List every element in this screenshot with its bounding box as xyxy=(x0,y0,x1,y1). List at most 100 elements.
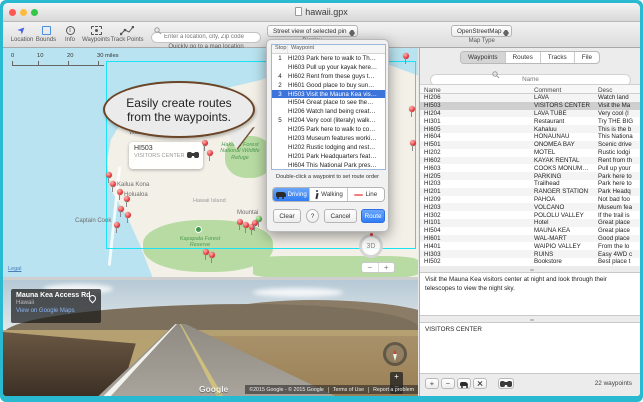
pin-icon[interactable] xyxy=(114,222,120,228)
pin-icon[interactable] xyxy=(207,150,213,156)
table-row[interactable]: HI603 COOKS MONUM… Pull up your xyxy=(420,164,640,172)
pin-icon[interactable] xyxy=(409,106,415,112)
route-list-header: Stop Waypoint xyxy=(272,45,385,54)
report-problem-link[interactable]: Report a problem xyxy=(369,387,418,393)
column-name[interactable]: Name xyxy=(424,87,441,94)
route-list-item[interactable]: HI504 Great place to see the… xyxy=(272,98,385,107)
clear-button[interactable]: Clear xyxy=(273,209,301,223)
walking-icon xyxy=(314,190,319,199)
pin-icon[interactable] xyxy=(117,189,123,195)
map-type-select[interactable]: OpenStreetMap xyxy=(451,25,512,37)
pin-icon[interactable] xyxy=(410,140,416,146)
location-search-input[interactable] xyxy=(151,32,261,43)
description-box[interactable]: Visit the Mauna Kea visitors center at n… xyxy=(420,272,640,316)
table-row[interactable]: HI503 VISITORS CENTER Visit the Ma xyxy=(420,102,640,110)
route-list-item[interactable]: HI201 Park Headquarters feat… xyxy=(272,152,385,161)
route-list-item[interactable]: 3 HI503 Visit the Mauna Kea vis… xyxy=(272,90,385,99)
pin-icon[interactable] xyxy=(110,181,116,187)
route-list-item[interactable]: 1 HI203 Park here to walk to Th… xyxy=(272,54,385,63)
table-row[interactable]: HI205 PARKING Park here to xyxy=(420,172,640,180)
legal-link[interactable]: Legal xyxy=(8,266,21,272)
table-row[interactable]: HI301 Restaurant Try THE BIG xyxy=(420,117,640,125)
panel-tab[interactable]: Tracks xyxy=(541,52,575,63)
route-list-item[interactable]: HI205 Park here to walk to co… xyxy=(272,125,385,134)
table-row[interactable]: HI201 RANGER STATION Park Headq xyxy=(420,188,640,196)
panel-tab[interactable]: Routes xyxy=(506,52,541,63)
route-list-item[interactable]: HI202 Rustic lodging and rest… xyxy=(272,143,385,152)
pin-icon[interactable] xyxy=(118,206,124,212)
streetview-zoom-in-button[interactable]: + xyxy=(390,372,403,382)
pin-icon[interactable] xyxy=(125,212,131,218)
panel-tabs: WaypointsRoutesTracksFile xyxy=(460,51,600,64)
fit-bounds-button[interactable] xyxy=(473,378,487,389)
table-row[interactable]: HI101 Hotel Great place xyxy=(420,219,640,227)
toolbar-track-points-button[interactable]: Track Points xyxy=(107,24,147,43)
route-waypoint-list: Stop Waypoint 1 HI203 Park here to walk … xyxy=(271,44,386,170)
splitter-handle[interactable] xyxy=(530,269,534,271)
drive-route-button[interactable] xyxy=(457,378,471,389)
route-list-item[interactable]: 4 HI602 Rent from these guys t… xyxy=(272,72,385,81)
pin-icon[interactable] xyxy=(403,53,409,59)
remove-waypoint-button[interactable]: − xyxy=(441,378,455,389)
map-3d-compass[interactable]: 3D xyxy=(359,234,383,258)
location-search: Quickly go to a map location xyxy=(151,25,261,50)
comment-box[interactable]: VISITORS CENTER xyxy=(420,322,640,374)
route-list-item[interactable]: 5 HI204 Very cool (literaly) walk… xyxy=(272,116,385,125)
title-bar: hawaii.gpx xyxy=(3,3,640,22)
help-button[interactable]: ? xyxy=(306,209,319,223)
street-view[interactable]: Mauna Kea Access Rd Hawaii View on Googl… xyxy=(3,280,418,396)
track-points-icon xyxy=(120,26,134,36)
cancel-button[interactable]: Cancel xyxy=(324,209,357,223)
table-row[interactable]: HI303 RUINS Easy 4WD c xyxy=(420,250,640,258)
table-row[interactable]: HI206 LAVA Watch land xyxy=(420,94,640,102)
table-row[interactable]: HI204 LAVA TUBE Very cool (l xyxy=(420,110,640,118)
waypoints-panel: WaypointsRoutesTracksFile Name Comment D… xyxy=(419,48,640,396)
route-list-item[interactable]: HI206 Watch land being creat… xyxy=(272,107,385,116)
table-row[interactable]: HI504 MAUNA KEA Great place xyxy=(420,227,640,235)
table-row[interactable]: HI209 PAHOA Not bad foo xyxy=(420,196,640,204)
route-list-item[interactable]: HI203 Museum features worki… xyxy=(272,134,385,143)
map-zoom-in-button[interactable]: + xyxy=(379,263,395,272)
pin-icon[interactable] xyxy=(256,216,262,222)
table-row[interactable]: HI601 WAL-MART Good place xyxy=(420,235,640,243)
pin-icon[interactable] xyxy=(106,172,112,178)
streetview-compass[interactable] xyxy=(383,342,407,366)
route-list-item[interactable]: HI603 Pull up your kayak here… xyxy=(272,63,385,72)
table-row[interactable]: HI602 KAYAK RENTAL Rent from th xyxy=(420,157,640,165)
line-mode-button[interactable]: Line xyxy=(348,188,384,201)
streetview-subtitle: Hawaii xyxy=(16,300,96,306)
street-view-button[interactable] xyxy=(498,378,514,389)
pin-icon[interactable] xyxy=(209,252,215,258)
display-select[interactable]: Street view of selected pin xyxy=(267,25,358,37)
table-row[interactable]: HI502 Bookstore Best place t xyxy=(420,258,640,266)
route-button[interactable]: Route xyxy=(361,209,385,223)
route-list-item[interactable]: HI604 This National Park pres… xyxy=(272,161,385,170)
panel-tab[interactable]: Waypoints xyxy=(461,52,506,63)
view-on-google-maps-link[interactable]: View on Google Maps xyxy=(16,308,96,314)
panel-tab[interactable]: File xyxy=(575,52,599,63)
splitter-handle[interactable] xyxy=(530,319,534,321)
terms-of-use-link[interactable]: Terms of Use xyxy=(329,387,369,393)
map-type-select-wrap: OpenStreetMap Map Type xyxy=(451,25,512,44)
table-row[interactable]: HI605 Kahaluu This is the b xyxy=(420,125,640,133)
table-row[interactable]: HI501 ONOMEA BAY Scenic drive xyxy=(420,141,640,149)
pin-icon[interactable] xyxy=(124,196,130,202)
column-desc[interactable]: Desc xyxy=(598,87,612,94)
table-row[interactable]: HI203 Trailhead Park here to xyxy=(420,180,640,188)
table-row[interactable]: HI203 VOLCANO Museum fea xyxy=(420,203,640,211)
location-arrow-icon: ➤ xyxy=(15,24,29,38)
add-waypoint-button[interactable]: + xyxy=(425,378,439,389)
search-icon xyxy=(492,71,500,79)
column-comment[interactable]: Comment xyxy=(534,87,561,94)
route-list-item[interactable]: 2 HI601 Good place to buy sun… xyxy=(272,81,385,90)
table-row[interactable]: HI401 WAIPIO VALLEY From the lo xyxy=(420,242,640,250)
table-row[interactable]: HI604 HONAUNAU This Nationa xyxy=(420,133,640,141)
driving-mode-button[interactable]: Driving xyxy=(273,188,310,201)
route-list-rows: 1 HI203 Park here to walk to Th… HI603 P… xyxy=(272,54,385,170)
waypoint-callout[interactable]: HI503 VISITORS CENTER xyxy=(129,142,203,169)
walking-mode-button[interactable]: Walking xyxy=(310,188,347,201)
map-zoom-out-button[interactable]: − xyxy=(362,263,379,272)
table-row[interactable]: HI202 MOTEL Rustic lodgi xyxy=(420,149,640,157)
select-arrows-icon xyxy=(503,28,509,38)
table-row[interactable]: HI302 POLOLU VALLEY If the trail is xyxy=(420,211,640,219)
